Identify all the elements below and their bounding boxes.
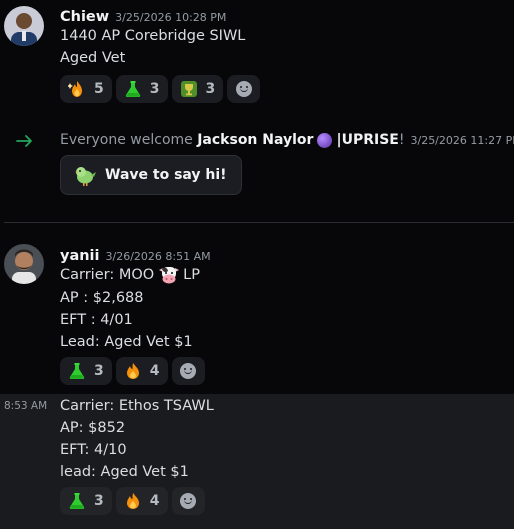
wave-button-label: Wave to say hi! <box>105 167 227 183</box>
avatar-image <box>4 244 44 284</box>
join-text-prefix: Everyone welcome <box>60 132 193 148</box>
username[interactable]: Chiew <box>60 9 109 25</box>
avatar-yanii[interactable] <box>4 244 44 284</box>
message-line: EFT: 4/10 <box>60 442 127 458</box>
reaction-trophy[interactable]: 3 <box>171 75 224 103</box>
join-arrow-icon <box>16 133 34 152</box>
message-line: 1440 AP Corebridge SIWL <box>60 28 246 44</box>
reaction-bar: 5 3 3 <box>60 75 261 103</box>
message-line: EFT : 4/01 <box>60 312 133 328</box>
test-tube-icon <box>125 81 140 97</box>
reaction-bar: 3 4 <box>60 357 205 385</box>
reaction-count: 4 <box>149 363 160 379</box>
join-message: Everyone welcome Jackson Naylor |UPRISE! 3… <box>60 132 514 148</box>
reaction-test-tube[interactable]: 3 <box>60 357 112 385</box>
message-line: Carrier: Ethos TSAWL <box>60 398 214 414</box>
reaction-count: 3 <box>94 363 104 379</box>
smiley-plus-icon <box>180 493 196 509</box>
test-tube-icon <box>69 363 85 379</box>
message-divider <box>4 222 514 223</box>
smiley-plus-icon <box>235 81 252 97</box>
timestamp: 3/26/2026 8:51 AM <box>105 250 211 263</box>
avatar-image <box>4 6 44 46</box>
reaction-bar: 3 4 <box>60 487 205 515</box>
message-line: Lead: Aged Vet $1 <box>60 334 193 350</box>
reaction-count: 3 <box>205 81 216 97</box>
message-line: Carrier: MOO LP <box>60 264 200 286</box>
reaction-test-tube[interactable]: 3 <box>60 487 112 515</box>
wave-bird-icon <box>75 167 96 186</box>
cow-icon <box>159 267 180 284</box>
reaction-count: 4 <box>149 493 160 509</box>
join-text-suffix: ! <box>398 132 405 148</box>
message-line: lead: Aged Vet $1 <box>60 464 189 480</box>
reaction-count: 3 <box>94 493 104 509</box>
fire-icon <box>126 363 139 379</box>
reaction-count: 5 <box>94 81 104 97</box>
add-reaction-button[interactable] <box>171 487 205 515</box>
message-line: AP: $852 <box>60 420 126 436</box>
member-tag[interactable]: |UPRISE <box>336 132 398 148</box>
username[interactable]: yanii <box>60 248 100 264</box>
timestamp: 3/25/2026 11:27 PM <box>410 133 514 147</box>
trophy-icon <box>180 81 197 97</box>
add-reaction-button[interactable] <box>227 75 261 103</box>
message-header-yanii: yanii 3/26/2026 8:51 AM <box>60 245 211 264</box>
message-header-chiew: Chiew 3/25/2026 10:28 PM <box>60 6 226 25</box>
message-text: LP <box>183 267 200 283</box>
message-line: AP : $2,688 <box>60 290 144 306</box>
reaction-test-tube[interactable]: 3 <box>115 75 168 103</box>
timestamp: 3/25/2026 10:28 PM <box>115 11 227 24</box>
reaction-fire-sparkle[interactable]: 5 <box>60 75 112 103</box>
fire-icon <box>126 493 139 509</box>
test-tube-icon <box>69 493 85 509</box>
fire-sparkle-icon <box>68 81 82 97</box>
reaction-fire[interactable]: 4 <box>115 487 168 515</box>
message-text: Carrier: MOO <box>60 267 155 283</box>
reaction-count: 3 <box>149 81 160 97</box>
wave-button[interactable]: Wave to say hi! <box>60 155 242 195</box>
message-line: Aged Vet <box>60 50 126 66</box>
avatar-chiew[interactable] <box>4 6 44 46</box>
member-name[interactable]: Jackson Naylor <box>197 132 313 148</box>
hover-timestamp: 8:53 AM <box>4 400 48 412</box>
add-reaction-button[interactable] <box>171 357 205 385</box>
smiley-plus-icon <box>180 363 196 379</box>
reaction-fire[interactable]: 4 <box>115 357 168 385</box>
purple-orb-icon <box>317 132 333 148</box>
